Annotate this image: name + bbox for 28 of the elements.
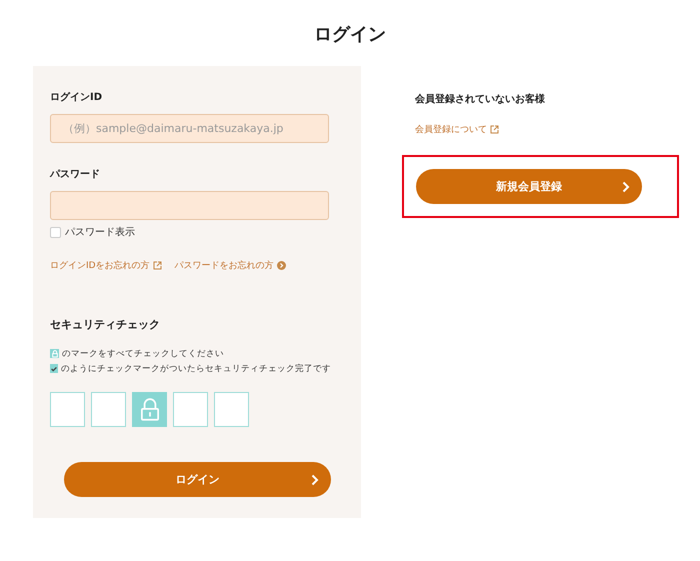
field-label: パスワード [50, 168, 101, 181]
security-tile[interactable] [91, 392, 126, 427]
external-link-icon [490, 125, 499, 134]
chevron-icon [622, 180, 630, 192]
chevron-icon [311, 474, 319, 486]
login-button[interactable]: ログイン [64, 462, 331, 497]
instruction-text: のマークをすべてチェックしてください [62, 348, 224, 360]
external-link-icon [152, 261, 162, 270]
security-tile[interactable] [214, 392, 249, 427]
lock-tile-icon [50, 349, 59, 358]
password-field[interactable] [50, 191, 329, 220]
page-title: ログイン [313, 23, 387, 47]
section-heading: セキュリティチェック [50, 317, 161, 332]
instruction-text: のようにチェックマークがついたらセキュリティチェック完了です [61, 362, 331, 374]
register-button[interactable]: 新規会員登録 [416, 169, 642, 204]
checkbox-label: パスワード表示 [65, 226, 135, 239]
text-link[interactable]: 会員登録について [415, 123, 499, 136]
login-id-field[interactable]: （例）sample@daimaru-matsuzakaya.jp [50, 114, 329, 143]
section-heading: 会員登録されていないお客様 [415, 92, 546, 106]
checkbox[interactable] [50, 226, 61, 238]
checked-box-icon [50, 364, 58, 373]
text-link[interactable]: パスワードをお忘れの方 [174, 259, 286, 272]
arrow-circle-icon [276, 261, 286, 270]
field-label: ログインID [50, 91, 104, 104]
security-tile[interactable] [132, 392, 167, 427]
text-link[interactable]: ログインIDをお忘れの方 [50, 259, 162, 272]
security-tile[interactable] [173, 392, 208, 427]
security-tile[interactable] [50, 392, 85, 427]
